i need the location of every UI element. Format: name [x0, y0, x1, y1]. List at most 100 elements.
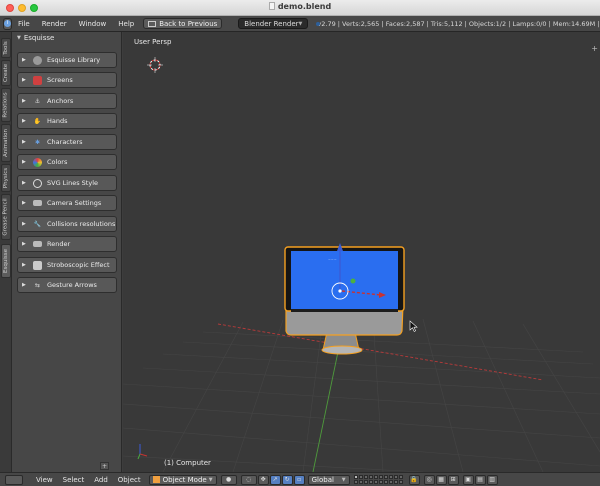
tool-shelf-tabs: Tools Create Relations Animation Physics… — [0, 32, 12, 472]
tab-relations[interactable]: Relations — [1, 88, 11, 122]
collisions-resolutions-button[interactable]: ▶ 🔧 Collisions resolutions — [17, 216, 117, 232]
screens-icon — [33, 75, 42, 85]
interaction-mode-select[interactable]: Object Mode ▼ — [148, 474, 217, 485]
opengl-render-button[interactable]: ▣ — [462, 474, 474, 485]
pivot-point-button[interactable]: ◌ — [240, 474, 257, 485]
characters-label: Characters — [47, 138, 83, 146]
gesture-arrows-button[interactable]: ▶ ⇆ Gesture Arrows — [17, 277, 117, 293]
menu-window[interactable]: Window — [73, 20, 113, 28]
gesture-arrows-icon: ⇆ — [34, 281, 41, 289]
tab-grease-pencil[interactable]: Grease Pencil — [1, 194, 11, 240]
esquisse-library-button[interactable]: ▶ Esquisse Library — [17, 52, 117, 68]
translate-manipulator-button[interactable]: ↗ — [269, 474, 281, 485]
orientation-value: Global — [311, 475, 334, 484]
scene-layers-grid[interactable] — [353, 475, 403, 484]
viewport-scene: ~~~ — [123, 57, 600, 472]
properties-toggle-plus-icon[interactable]: + — [591, 44, 598, 53]
tab-create[interactable]: Create — [1, 60, 11, 86]
lock-camera-layers-button[interactable]: 🔒 — [408, 474, 420, 485]
menu-help[interactable]: Help — [112, 20, 140, 28]
rotate-manipulator-button[interactable]: ↻ — [281, 474, 293, 485]
camera-settings-button[interactable]: ▶ Camera Settings — [17, 195, 117, 211]
expand-triangle-icon: ▶ — [22, 241, 26, 247]
info-header: i File Render Window Help Back to Previo… — [0, 16, 600, 32]
svg-lines-style-button[interactable]: ▶ SVG Lines Style — [17, 175, 117, 191]
mode-select-inner: Object Mode — [152, 475, 207, 484]
expand-triangle-icon: ▶ — [22, 200, 26, 206]
dropdown-arrow-icon: ▼ — [341, 476, 346, 483]
viewport-shading-button[interactable]: ● — [220, 474, 237, 485]
opengl-render-animation-button[interactable]: ▤ — [474, 474, 486, 485]
window-title-wrap: demo.blend — [0, 2, 600, 11]
screens-button[interactable]: ▶ Screens — [17, 72, 117, 88]
app-window: demo.blend i File Render Window Help Bac… — [0, 0, 600, 486]
transform-orientation-select[interactable]: Global ▼ — [307, 474, 350, 485]
menu-select[interactable]: Select — [58, 476, 90, 484]
menu-add[interactable]: Add — [89, 476, 113, 484]
3d-view-header: View Select Add Object Object Mode ▼ ● ◌… — [0, 472, 600, 486]
colors-label: Colors — [47, 158, 68, 166]
expand-triangle-icon: ▶ — [22, 98, 26, 104]
collapse-triangle-icon: ▼ — [17, 35, 21, 41]
collisions-resolutions-label: Collisions resolutions — [47, 220, 116, 228]
mouse-pointer-icon — [409, 320, 418, 332]
editor-type-3d-button[interactable] — [5, 474, 23, 485]
menu-render[interactable]: Render — [36, 20, 73, 28]
screens-label: Screens — [47, 76, 73, 84]
view-label: User Persp — [134, 38, 172, 46]
anchors-button[interactable]: ▶ ⚓ Anchors — [17, 93, 117, 109]
characters-icon: ✱ — [34, 138, 41, 146]
render-engine-select[interactable]: Blender Render ▼ — [238, 18, 309, 29]
proportional-editing-button[interactable]: ◎ — [423, 474, 435, 485]
render-engine-value: Blender Render — [244, 19, 299, 28]
hands-button[interactable]: ▶ ✋ Hands — [17, 113, 117, 129]
tab-esquisse[interactable]: Esquisse — [1, 244, 11, 278]
back-to-previous-button[interactable]: Back to Previous — [143, 18, 223, 29]
expand-triangle-icon: ▶ — [22, 221, 26, 227]
characters-button[interactable]: ▶ ✱ Characters — [17, 134, 117, 150]
expand-triangle-icon: ▶ — [22, 118, 26, 124]
active-object-label: (1) Computer — [164, 459, 211, 467]
computer-object — [284, 246, 405, 355]
render-icon — [33, 241, 42, 247]
tool-shelf-panel: ▼ Esquisse ▶ Esquisse Library ▶ Screens … — [12, 32, 122, 472]
stroboscopic-icon — [33, 260, 42, 270]
snap-element-button[interactable]: ⊞ — [447, 474, 459, 485]
document-icon — [268, 2, 275, 10]
expand-triangle-icon: ▶ — [22, 77, 26, 83]
scale-manipulator-button[interactable]: ▫ — [293, 474, 305, 485]
tab-tools[interactable]: Tools — [1, 38, 11, 58]
tab-physics[interactable]: Physics — [1, 164, 11, 192]
expand-triangle-icon: ▶ — [22, 262, 26, 268]
manipulator-toggle-button[interactable]: ✥ — [257, 474, 269, 485]
esquisse-panel-header[interactable]: ▼ Esquisse — [12, 32, 121, 44]
esquisse-panel-title: Esquisse — [23, 34, 55, 42]
svg-lines-icon — [33, 178, 42, 188]
object-mode-icon — [152, 476, 160, 483]
editor-type-button[interactable]: i — [3, 17, 12, 30]
library-icon — [33, 55, 42, 65]
expand-triangle-icon: ▶ — [22, 282, 26, 288]
3d-cursor-icon — [147, 57, 163, 73]
tab-animation[interactable]: Animation — [1, 124, 11, 162]
expand-triangle-icon: ▶ — [22, 139, 26, 145]
stroboscopic-effect-label: Stroboscopic Effect — [47, 261, 110, 269]
menu-object[interactable]: Object — [113, 476, 146, 484]
menu-view[interactable]: View — [31, 476, 58, 484]
colors-button[interactable]: ▶ Colors — [17, 154, 117, 170]
snap-toggle-button[interactable]: ▦ — [435, 474, 447, 485]
camera-settings-label: Camera Settings — [47, 199, 102, 207]
stroboscopic-effect-button[interactable]: ▶ Stroboscopic Effect — [17, 257, 117, 273]
back-to-previous-label: Back to Previous — [159, 19, 218, 28]
camera-icon — [33, 200, 42, 206]
anchors-icon: ⚓ — [34, 97, 41, 105]
3d-viewport[interactable]: ~~~ User Persp (1) Computer + — [123, 32, 600, 472]
menu-file[interactable]: File — [12, 20, 36, 28]
title-bar: demo.blend — [0, 0, 600, 16]
mode-value: Object Mode — [162, 475, 207, 484]
render-button[interactable]: ▶ Render — [17, 236, 117, 252]
shelf-resize-plus-icon[interactable]: + — [100, 462, 109, 470]
scene-stats: v2.79 | Verts:2,565 | Faces:2,587 | Tris… — [317, 19, 600, 28]
extra-header-button[interactable]: ▥ — [486, 474, 498, 485]
svg-text:~~~: ~~~ — [328, 258, 337, 262]
